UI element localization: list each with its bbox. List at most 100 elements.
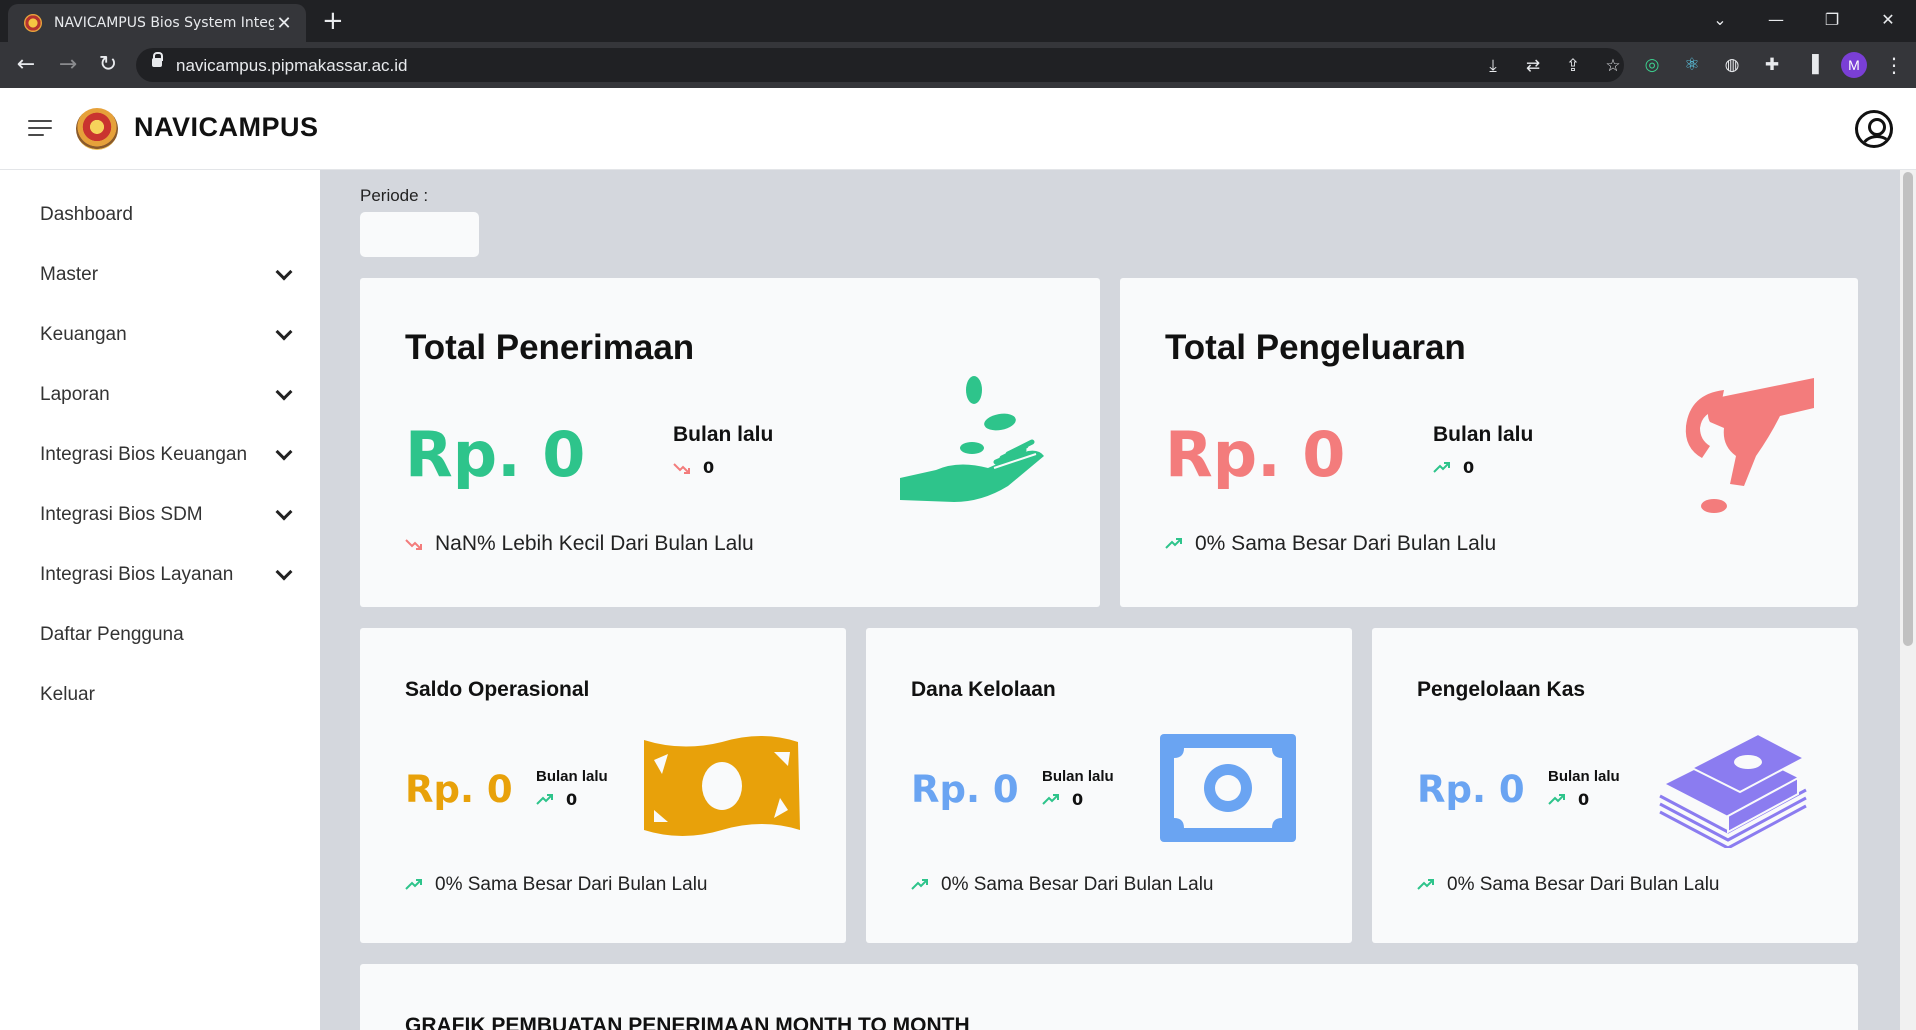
browser-toolbar: ← → ↻ navicampus.pipmakassar.ac.id ⤓ ⇄ ⇪… [0,42,1916,88]
react-devtools-icon[interactable]: ⚛ [1681,54,1703,76]
sidebar-item-label: Laporan [40,384,110,405]
trend-up-icon [1417,879,1434,890]
comparison-text: 0% Sama Besar Dari Bulan Lalu [405,874,707,896]
minimize-button[interactable]: — [1756,6,1796,34]
card-title: Saldo Operasional [405,678,590,701]
page-scrollbar[interactable] [1900,170,1916,1030]
periode-label: Periode : [360,186,429,205]
chevron-down-icon [275,563,293,581]
chart-section-title: GRAFIK PEMBUATAN PENERIMAAN MONTH TO MON… [405,1014,970,1030]
hand-question-icon [1685,378,1814,513]
chevron-down-icon [275,323,293,341]
periode-input[interactable] [360,212,479,257]
card-title: Dana Kelolaan [911,678,1056,701]
puzzle-icon[interactable]: ✚ [1761,54,1783,76]
logo [76,108,118,150]
bookmark-star-icon[interactable]: ☆ [1602,55,1624,77]
app-header: NAVICAMPUS [0,88,1916,170]
sidebar: Dashboard Master Keuangan Laporan Integr… [0,170,320,1030]
chevron-down-icon [275,503,293,521]
address-bar[interactable]: navicampus.pipmakassar.ac.id ⤓ ⇄ ⇪ ☆ [136,48,1624,82]
trend-up-icon [1548,793,1565,805]
card-pengelolaan-kas: Pengelolaan Kas Rp. 0 Bulan lalu 0 0% Sa… [1372,628,1858,943]
previous-month-label: Bulan lalu [1548,768,1620,785]
tab-search-icon[interactable]: ⌄ [1700,6,1740,34]
card-total-penerimaan: Total Penerimaan Rp. 0 Bulan lalu 0 NaN%… [360,278,1100,607]
user-account-icon[interactable] [1855,110,1893,148]
profile-avatar[interactable]: M [1841,52,1867,78]
comparison-text: 0% Sama Besar Dari Bulan Lalu [911,874,1213,896]
sidebar-item-label: Integrasi Bios Layanan [40,564,234,585]
side-panel-icon[interactable]: ▐ [1801,54,1823,76]
install-icon[interactable]: ⤓ [1482,55,1504,77]
chevron-down-icon [275,263,293,281]
back-button[interactable]: ← [12,51,40,79]
sidebar-item-label: Integrasi Bios Keuangan [40,444,248,465]
trend-down-icon [673,462,690,474]
sidebar-item-label: Integrasi Bios SDM [40,504,203,525]
banknote-icon [644,736,800,836]
amount-value: Rp. 0 [405,418,586,491]
card-title: Pengelolaan Kas [1417,678,1586,701]
card-dana-kelolaan: Dana Kelolaan Rp. 0 Bulan lalu 0 0% Sama… [866,628,1352,943]
amount-value: Rp. 0 [405,768,513,811]
share-icon[interactable]: ⇪ [1562,55,1584,77]
sidebar-item-integrasi-bios-keuangan[interactable]: Integrasi Bios Keuangan [40,440,296,470]
browser-menu-icon[interactable]: ⋮ [1884,52,1904,78]
sidebar-item-label: Keluar [40,684,95,705]
card-total-pengeluaran: Total Pengeluaran Rp. 0 Bulan lalu 0 0% … [1120,278,1858,607]
card-saldo-operasional: Saldo Operasional Rp. 0 Bulan lalu 0 0% … [360,628,846,943]
hamburger-menu-icon[interactable] [28,118,52,138]
extension-ring-icon[interactable]: ◎ [1641,54,1663,76]
hand-coins-icon [900,376,1044,502]
new-tab-button[interactable]: + [322,6,344,36]
comparison-text: NaN% Lebih Kecil Dari Bulan Lalu [405,532,754,556]
favicon-icon [24,14,42,32]
url-text: navicampus.pipmakassar.ac.id [176,56,408,75]
scrollbar-thumb[interactable] [1903,172,1913,646]
sidebar-item-keluar[interactable]: Keluar [40,680,296,710]
previous-month-value: 0 [1433,458,1474,477]
restore-button[interactable]: ❐ [1812,6,1852,34]
sidebar-item-label: Keuangan [40,324,127,345]
sidebar-item-keuangan[interactable]: Keuangan [40,320,296,350]
comparison-text: 0% Sama Besar Dari Bulan Lalu [1417,874,1719,896]
chevron-down-icon [275,383,293,401]
forward-button[interactable]: → [54,51,82,79]
comparison-text: 0% Sama Besar Dari Bulan Lalu [1165,532,1496,556]
globe-icon[interactable]: ◍ [1721,54,1743,76]
tab-title: NAVICAMPUS Bios System Integr [54,15,274,31]
trend-up-icon [1433,461,1450,473]
reload-button[interactable]: ↻ [94,51,122,79]
close-tab-icon[interactable]: ✕ [274,13,294,34]
trend-down-icon [405,539,422,550]
previous-month-label: Bulan lalu [536,768,608,785]
trend-up-icon [536,793,553,805]
previous-month-value: 0 [1042,790,1083,809]
sidebar-item-master[interactable]: Master [40,260,296,290]
sidebar-item-label: Daftar Pengguna [40,624,184,645]
sidebar-item-dashboard[interactable]: Dashboard [40,200,296,230]
chevron-down-icon [275,443,293,461]
sidebar-item-integrasi-bios-sdm[interactable]: Integrasi Bios SDM [40,500,296,530]
chart-section: GRAFIK PEMBUATAN PENERIMAAN MONTH TO MON… [360,964,1858,1030]
card-title: Total Pengeluaran [1165,328,1466,367]
previous-month-value: 0 [673,458,714,477]
trend-up-icon [1165,538,1182,549]
previous-month-label: Bulan lalu [1433,423,1534,446]
translate-icon[interactable]: ⇄ [1522,55,1544,77]
previous-month-value: 0 [536,790,577,809]
sidebar-item-laporan[interactable]: Laporan [40,380,296,410]
previous-month-label: Bulan lalu [1042,768,1114,785]
sidebar-item-daftar-pengguna[interactable]: Daftar Pengguna [40,620,296,650]
brand-title: NAVICAMPUS [134,112,319,142]
browser-tab[interactable]: NAVICAMPUS Bios System Integr ✕ [8,4,306,42]
trend-up-icon [1042,793,1059,805]
lock-icon [152,52,163,70]
sidebar-item-label: Master [40,264,99,285]
browser-tab-bar: NAVICAMPUS Bios System Integr ✕ + ⌄ — ❐ … [0,0,1916,42]
close-window-button[interactable]: ✕ [1868,6,1908,34]
cash-stack-icon [1659,732,1807,848]
amount-value: Rp. 0 [911,768,1019,811]
sidebar-item-integrasi-bios-layanan[interactable]: Integrasi Bios Layanan [40,560,296,590]
